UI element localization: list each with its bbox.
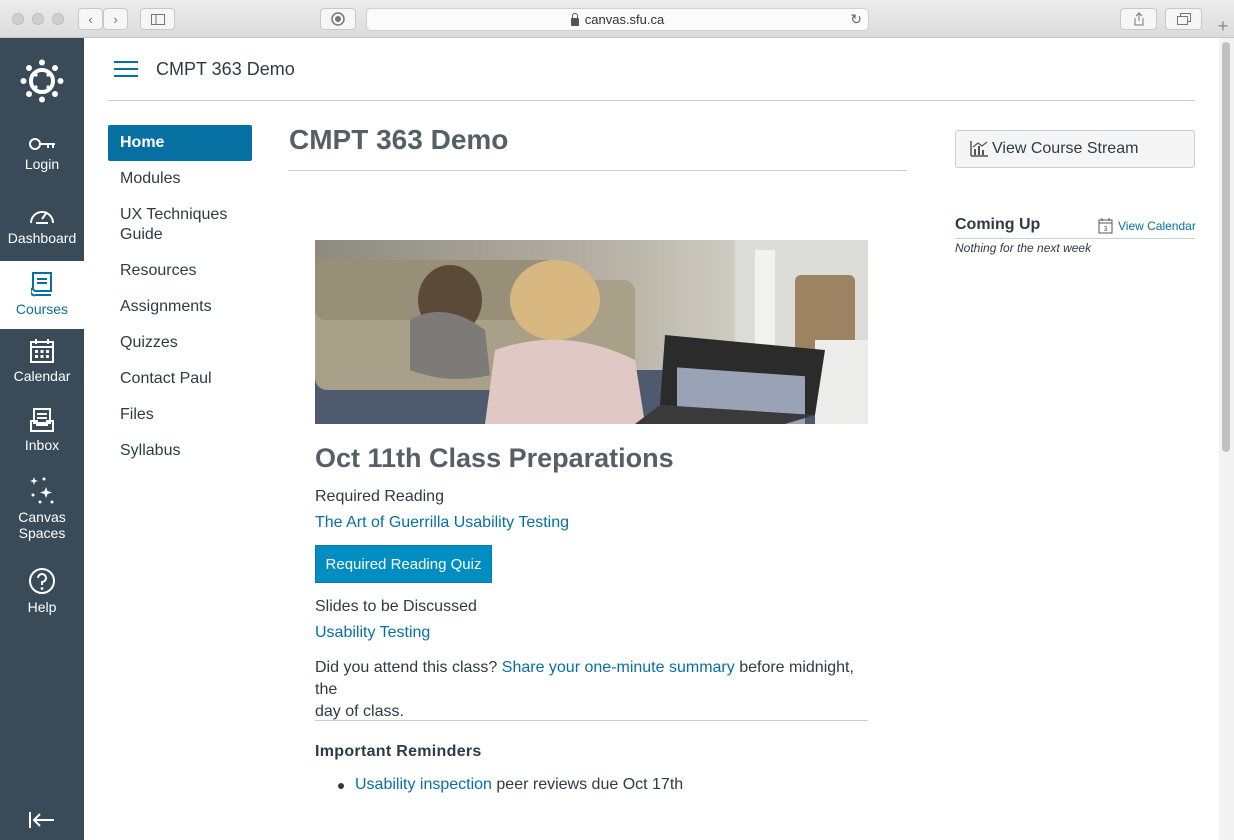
- minimize-window-icon[interactable]: [32, 13, 44, 25]
- required-reading-label: Required Reading: [315, 488, 444, 505]
- courses-icon: [31, 272, 52, 297]
- global-nav-label: Dashboard: [7, 230, 77, 246]
- global-nav-label: Calendar: [13, 368, 71, 384]
- global-nav: Login Dashboard Courses Calendar Inbox C…: [0, 38, 84, 840]
- reading-link[interactable]: The Art of Guerrilla Usability Testing: [315, 514, 569, 532]
- class-photo: [315, 240, 868, 424]
- global-nav-calendar[interactable]: Calendar: [0, 338, 84, 394]
- sidebar-icon: [150, 13, 165, 25]
- stream-button-label: View Course Stream: [992, 140, 1139, 157]
- global-nav-help[interactable]: Help: [0, 567, 84, 623]
- share-icon: [1134, 12, 1143, 26]
- attend-text-line2: day of class.: [315, 703, 404, 720]
- title-divider: [288, 170, 907, 171]
- header-divider: [108, 100, 1195, 101]
- forward-button[interactable]: ›: [103, 8, 128, 30]
- course-nav-modules[interactable]: Modules: [108, 161, 252, 197]
- dashboard-icon: [30, 211, 54, 224]
- global-nav-label: Canvas: [18, 509, 66, 525]
- usability-inspection-link[interactable]: Usability inspection: [355, 776, 492, 793]
- help-icon: [29, 568, 55, 594]
- course-nav-assignments[interactable]: Assignments: [108, 289, 252, 325]
- sparkles-icon: [30, 477, 54, 504]
- list-bullet: [338, 783, 344, 789]
- svg-text:3: 3: [1104, 226, 1108, 233]
- global-nav-courses[interactable]: Courses: [0, 261, 84, 329]
- collapse-nav-icon[interactable]: [29, 811, 55, 829]
- view-calendar-link[interactable]: 3 View Calendar: [1098, 217, 1196, 234]
- scrollbar-thumb[interactable]: [1222, 42, 1230, 452]
- global-nav-label: Inbox: [24, 437, 60, 453]
- one-minute-summary-link[interactable]: Share your one-minute summary: [502, 659, 735, 676]
- tabs-button[interactable]: [1165, 8, 1202, 30]
- lock-icon: [570, 12, 579, 26]
- key-icon: [29, 138, 55, 150]
- global-nav-label: Spaces: [18, 525, 66, 541]
- nothing-upcoming-text: Nothing for the next week: [955, 241, 1092, 255]
- view-calendar-label: View Calendar: [1118, 218, 1196, 233]
- global-nav-dashboard[interactable]: Dashboard: [0, 204, 84, 260]
- reminders-title: Important Reminders: [315, 743, 482, 760]
- slides-link[interactable]: Usability Testing: [315, 624, 430, 642]
- slides-label: Slides to be Discussed: [315, 598, 477, 615]
- reader-button[interactable]: [320, 8, 356, 30]
- global-nav-label: Help: [27, 599, 57, 615]
- page-title: CMPT 363 Demo: [289, 124, 509, 155]
- address-bar[interactable]: canvas.sfu.ca ↻: [366, 8, 869, 31]
- breadcrumb[interactable]: CMPT 363 Demo: [156, 59, 295, 80]
- calendar-icon: [30, 339, 54, 363]
- course-nav-files[interactable]: Files: [108, 397, 252, 433]
- reminder-item: Usability inspection peer reviews due Oc…: [355, 776, 683, 794]
- zoom-window-icon[interactable]: [52, 13, 64, 25]
- tabs-icon: [1176, 13, 1191, 25]
- global-nav-label: Login: [24, 156, 60, 172]
- back-button[interactable]: ‹: [78, 8, 103, 30]
- close-window-icon[interactable]: [12, 13, 24, 25]
- browser-toolbar: ‹ › canvas.sfu.ca ↻ +: [0, 0, 1234, 38]
- url-text: canvas.sfu.ca: [584, 12, 665, 27]
- global-nav-canvas-spaces[interactable]: Canvas Spaces: [0, 475, 84, 551]
- course-nav-syllabus[interactable]: Syllabus: [108, 433, 252, 469]
- attend-text: Did you attend this class?: [315, 659, 502, 676]
- course-nav-home[interactable]: Home: [108, 125, 252, 161]
- calendar-small-icon: 3: [1098, 218, 1113, 234]
- share-button[interactable]: [1120, 8, 1157, 30]
- coming-up-divider: [955, 238, 1195, 239]
- course-nav: Home Modules UX Techniques Guide Resourc…: [108, 125, 252, 469]
- reminder-text: peer reviews due Oct 17th: [491, 776, 684, 793]
- course-menu-toggle[interactable]: [114, 61, 138, 78]
- course-nav-quizzes[interactable]: Quizzes: [108, 325, 252, 361]
- coming-up-title: Coming Up: [955, 216, 1041, 233]
- new-tab-icon[interactable]: +: [1212, 16, 1234, 38]
- course-nav-contact-paul[interactable]: Contact Paul: [108, 361, 252, 397]
- required-reading-quiz-button[interactable]: Required Reading Quiz: [315, 545, 492, 583]
- course-nav-resources[interactable]: Resources: [108, 253, 252, 289]
- chart-icon: [970, 141, 988, 157]
- view-course-stream-button[interactable]: View Course Stream: [955, 130, 1195, 168]
- global-nav-inbox[interactable]: Inbox: [0, 407, 84, 463]
- inbox-icon: [30, 408, 54, 432]
- content-divider: [315, 720, 868, 721]
- attend-paragraph: Did you attend this class? Share your on…: [315, 657, 875, 723]
- reload-icon[interactable]: ↻: [850, 11, 862, 28]
- global-nav-label: Courses: [15, 301, 69, 317]
- sidebar-toggle-button[interactable]: [140, 8, 175, 30]
- reader-icon: [331, 12, 345, 26]
- canvas-logo-icon[interactable]: [20, 59, 64, 103]
- global-nav-login[interactable]: Login: [0, 136, 84, 190]
- course-nav-ux-techniques-guide[interactable]: UX Techniques Guide: [108, 197, 252, 253]
- section-title: Oct 11th Class Preparations: [315, 443, 674, 473]
